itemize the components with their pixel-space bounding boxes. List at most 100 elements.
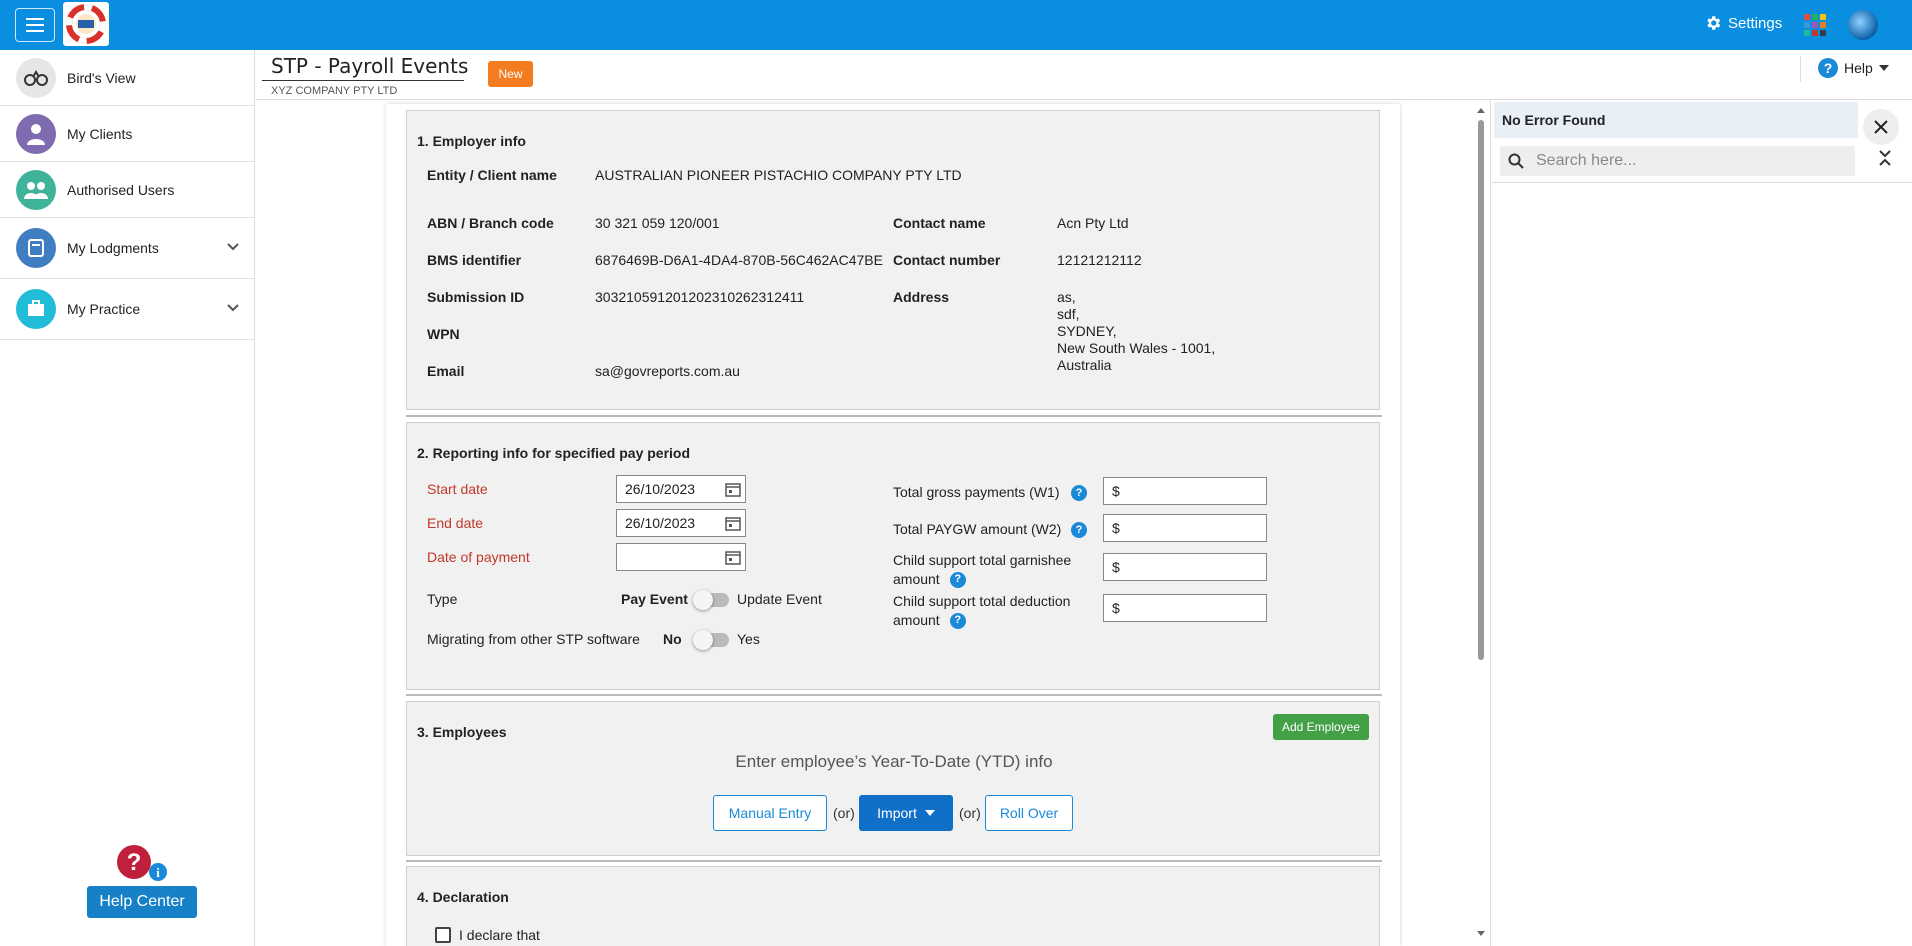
section-title: 4. Declaration: [417, 889, 509, 905]
help-circle-icon[interactable]: ?: [949, 612, 966, 629]
gear-icon: [1707, 16, 1721, 30]
section-divider: [406, 860, 1382, 862]
scroll-down-icon[interactable]: [1476, 930, 1486, 938]
address-line: as,: [1057, 289, 1076, 305]
collapse-icon[interactable]: [1878, 150, 1892, 166]
import-button[interactable]: Import: [859, 795, 953, 831]
search-icon: [1508, 153, 1524, 169]
sidebar-item-my-clients[interactable]: My Clients: [0, 106, 254, 162]
garnishee-label-row: amount ?: [893, 570, 1071, 589]
calendar-icon[interactable]: [725, 481, 741, 497]
migrating-label: Migrating from other STP software: [427, 631, 640, 647]
sidebar-item-label: My Lodgments: [67, 240, 159, 256]
currency-symbol: $: [1112, 559, 1120, 575]
entity-label: Entity / Client name: [427, 167, 557, 183]
sidebar-item-label: My Practice: [67, 301, 141, 317]
section-title: 1. Employer info: [417, 133, 526, 149]
end-date-input[interactable]: 26/10/2023: [616, 509, 746, 537]
employees-section: 3. Employees Add Employee Enter employee…: [406, 701, 1380, 856]
sidebar-item-my-lodgments[interactable]: My Lodgments: [0, 218, 254, 279]
main-form-card: 1. Employer info Entity / Client name AU…: [386, 104, 1400, 946]
add-employee-button[interactable]: Add Employee: [1273, 714, 1369, 740]
bms-label: BMS identifier: [427, 252, 522, 268]
page-subtitle: XYZ COMPANY PTY LTD: [271, 85, 398, 97]
help-dropdown[interactable]: ? Help: [1818, 58, 1889, 78]
status-badge: New: [488, 61, 533, 87]
help-center-button[interactable]: Help Center: [87, 886, 197, 918]
declaration-checkbox[interactable]: [435, 927, 451, 943]
currency-symbol: $: [1112, 520, 1120, 536]
migrating-toggle[interactable]: [693, 630, 729, 650]
book-icon: [16, 228, 56, 268]
calendar-icon[interactable]: [725, 515, 741, 531]
chevron-down-icon: [227, 304, 239, 312]
garnishee-input[interactable]: $: [1103, 553, 1267, 581]
address-line: SYDNEY,: [1057, 323, 1117, 339]
abn-value: 30 321 059 120/001: [595, 215, 720, 231]
w1-input[interactable]: $: [1103, 477, 1267, 505]
calendar-icon[interactable]: [725, 549, 741, 565]
header-divider: [1800, 56, 1801, 82]
search-input[interactable]: [1536, 152, 1836, 170]
sidebar: Bird's View My Clients Authorised Users …: [0, 50, 255, 946]
sidebar-item-label: Authorised Users: [67, 181, 175, 198]
employer-info-section: 1. Employer info Entity / Client name AU…: [406, 110, 1380, 410]
import-label: Import: [877, 805, 917, 821]
start-date-value: 26/10/2023: [625, 481, 696, 497]
globe-icon[interactable]: [1848, 10, 1878, 40]
deduction-input[interactable]: $: [1103, 594, 1267, 622]
manual-entry-button[interactable]: Manual Entry: [713, 795, 827, 831]
roll-over-button[interactable]: Roll Over: [985, 795, 1073, 831]
contact-number-label: Contact number: [893, 252, 1001, 268]
svg-text:?: ?: [127, 849, 142, 876]
contact-name-value: Acn Pty Ltd: [1057, 215, 1129, 231]
payment-date-input[interactable]: [616, 543, 746, 571]
person-icon: [16, 113, 56, 154]
sidebar-item-authorised-users[interactable]: Authorised Users: [0, 162, 254, 218]
declaration-checkbox-label: I declare that: [459, 927, 540, 943]
declaration-section: 4. Declaration I declare that: [406, 866, 1380, 946]
close-button[interactable]: [1863, 109, 1899, 145]
page-title: STP - Payroll Events: [271, 54, 469, 78]
help-circle-icon[interactable]: ?: [1071, 522, 1087, 538]
or-separator: (or): [833, 805, 855, 821]
contact-name-label: Contact name: [893, 215, 986, 231]
garnishee-label-line: Child support total garnishee: [893, 552, 1072, 568]
svg-text:?: ?: [1824, 60, 1833, 76]
or-separator: (or): [959, 805, 981, 821]
settings-label: Settings: [1728, 14, 1783, 32]
sidebar-item-my-practice[interactable]: My Practice: [0, 279, 254, 340]
migrating-option-no: No: [663, 631, 682, 647]
menu-icon[interactable]: [15, 8, 55, 42]
validation-status: No Error Found: [1494, 102, 1858, 138]
submission-label: Submission ID: [427, 289, 525, 305]
settings-button[interactable]: Settings: [1704, 14, 1782, 32]
w2-input[interactable]: $: [1103, 514, 1267, 542]
help-circle-icon: ?: [1818, 58, 1838, 78]
close-icon: [1874, 120, 1888, 134]
ytd-instruction: Enter employee’s Year-To-Date (YTD) info: [735, 752, 1053, 771]
w2-label: Total PAYGW amount (W2): [893, 521, 1062, 537]
garnishee-label: Child support total garnishee amount ?: [893, 551, 1071, 589]
reporting-info-section: 2. Reporting info for specified pay peri…: [406, 422, 1380, 690]
address-line: sdf,: [1057, 306, 1080, 322]
scrollbar-thumb[interactable]: [1478, 120, 1484, 660]
entity-value: AUSTRALIAN PIONEER PISTACHIO COMPANY PTY…: [595, 167, 962, 183]
sidebar-item-birds-view[interactable]: Bird's View: [0, 50, 254, 106]
type-toggle[interactable]: [693, 590, 729, 610]
help-circle-icon[interactable]: ?: [1071, 485, 1087, 501]
deduction-label-line: Child support total deduction: [893, 593, 1071, 609]
address-line: New South Wales - 1001,: [1057, 340, 1216, 356]
scroll-up-icon[interactable]: [1476, 106, 1486, 114]
address-label: Address: [893, 289, 950, 305]
migrating-option-yes: Yes: [737, 631, 760, 647]
currency-symbol: $: [1112, 600, 1120, 616]
app-logo[interactable]: [63, 2, 109, 46]
garnishee-label-line: amount: [893, 571, 940, 587]
caret-down-icon: [924, 810, 935, 816]
end-date-label: End date: [427, 515, 484, 531]
start-date-input[interactable]: 26/10/2023: [616, 475, 746, 503]
section-divider: [406, 415, 1382, 417]
help-circle-icon[interactable]: ?: [949, 571, 966, 588]
apps-grid-icon[interactable]: [1804, 14, 1826, 36]
